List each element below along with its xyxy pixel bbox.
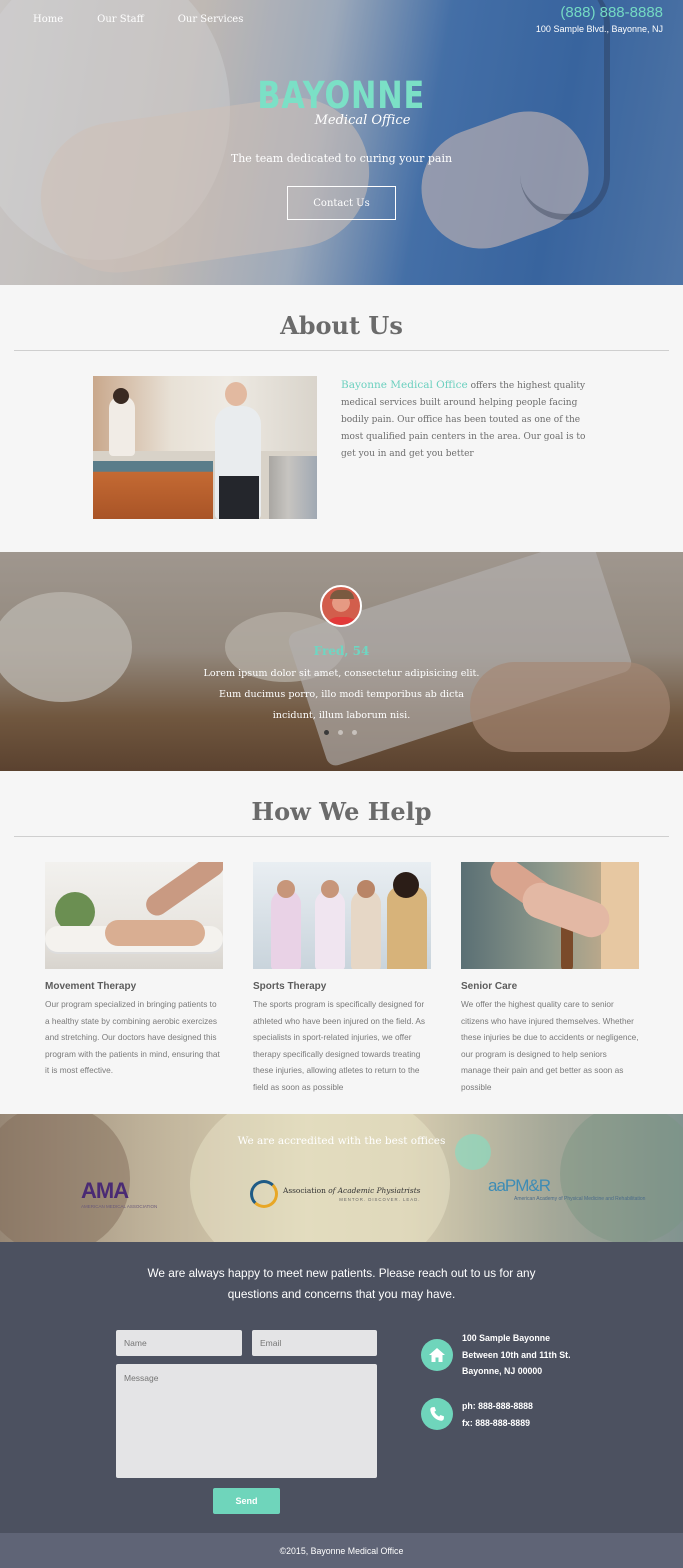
service-cards: Movement Therapy Our program specialized… — [45, 862, 639, 1095]
about-photo-counter — [93, 461, 213, 519]
ama-logo: AMA AMERICAN MEDICAL ASSOCIATION — [81, 1178, 157, 1209]
contact-section: We are always happy to meet new patients… — [0, 1242, 683, 1533]
about-photo-patient-legs — [219, 476, 259, 519]
contact-intro: We are always happy to meet new patients… — [147, 1266, 536, 1301]
divider — [14, 350, 669, 351]
brand-name: BAYONNE — [257, 74, 426, 117]
aap-logo-motto: MENTOR. DISCOVER. LEAD. — [339, 1197, 421, 1202]
hero-tagline: The team dedicated to curing your pain — [230, 152, 453, 165]
service-card-title: Senior Care — [461, 981, 518, 992]
hero-overlay — [0, 0, 683, 285]
service-card-text: Our program specialized in bringing pati… — [45, 999, 220, 1075]
testimonial-quote: Lorem ipsum dolor sit amet, consectetur … — [203, 668, 480, 721]
phone-icon — [421, 1398, 453, 1430]
about-photo-receptionist — [109, 396, 135, 456]
about-photo — [93, 376, 317, 519]
about-section: About Us Bayonne Medical Office offers t… — [0, 285, 683, 552]
carousel-dot-3[interactable] — [352, 730, 357, 735]
copyright-text: ©2015, Bayonne Medical Office — [279, 1545, 404, 1556]
hero-address: 100 Sample Blvd., Bayonne, NJ — [535, 24, 663, 34]
services-section: How We Help Movement Therapy Our program… — [0, 771, 683, 1114]
email-input[interactable] — [252, 1330, 377, 1356]
service-card-title: Movement Therapy — [45, 981, 137, 992]
photo-athlete-2-head — [321, 880, 339, 898]
service-card-movement: Movement Therapy Our program specialized… — [45, 862, 223, 1095]
phone-number[interactable]: ph: 888-888-8888 — [462, 1398, 533, 1415]
senior-care-photo — [461, 862, 639, 969]
carousel-dot-2[interactable] — [338, 730, 343, 735]
contact-us-button[interactable]: Contact Us — [287, 186, 396, 220]
accreditation-title: We are accredited with the best offices — [237, 1135, 446, 1147]
service-card-senior: Senior Care We offer the highest quality… — [461, 862, 639, 1095]
aapmr-logo: aaPM&R American Academy of Physical Medi… — [488, 1176, 645, 1202]
photo-athlete-1 — [271, 890, 301, 969]
nav-our-staff[interactable]: Our Staff — [97, 14, 144, 25]
aap-logo-name: Association of Academic Physiatrists — [283, 1186, 420, 1195]
brand-logo: BAYONNE Medical Office — [0, 74, 683, 128]
service-card-text: We offer the highest quality care to sen… — [461, 999, 639, 1092]
address-line-3: Bayonne, NJ 00000 — [462, 1366, 543, 1376]
movement-therapy-photo — [45, 862, 223, 969]
hero-contact-info: (888) 888-8888 100 Sample Blvd., Bayonne… — [536, 4, 663, 34]
ama-logo-subtext: AMERICAN MEDICAL ASSOCIATION — [81, 1204, 158, 1209]
photo-therapist-arm — [141, 862, 223, 920]
about-highlight: Bayonne Medical Office — [341, 379, 468, 391]
hero-phone[interactable]: (888) 888-8888 — [536, 4, 663, 21]
aap-logo-text: Association of Academic Physiatrists MEN… — [283, 1186, 420, 1202]
send-button[interactable]: Send — [213, 1488, 280, 1514]
aap-logo: Association of Academic Physiatrists MEN… — [250, 1180, 420, 1208]
testimonial-name: Fred, 54 — [313, 644, 370, 658]
testimonial-section: Fred, 54 Lorem ipsum dolor sit amet, con… — [0, 552, 683, 771]
about-photo-waiting-room — [269, 456, 317, 519]
avatar-hair — [330, 590, 354, 599]
aap-logo-name-2: of Academic Physiatrists — [328, 1186, 421, 1195]
service-card-title: Sports Therapy — [253, 981, 327, 992]
photo-athlete-1-head — [277, 880, 295, 898]
address-line-1: 100 Sample Bayonne — [462, 1333, 551, 1343]
contact-address: 100 Sample Bayonne Between 10th and 11th… — [462, 1330, 571, 1380]
testimonial-avatar — [320, 585, 362, 627]
photo-athlete-4 — [387, 886, 427, 969]
home-icon — [421, 1339, 453, 1371]
carousel-dot-1[interactable] — [324, 730, 329, 735]
about-photo-receptionist-head — [113, 388, 129, 404]
divider — [14, 836, 669, 837]
carousel-dots — [324, 730, 357, 735]
name-input[interactable] — [116, 1330, 242, 1356]
aap-logo-name-1: Association — [283, 1186, 329, 1195]
contact-phone: ph: 888-888-8888 fx: 888-888-8889 — [462, 1398, 533, 1431]
about-title: About Us — [280, 311, 403, 340]
photo-athlete-2 — [315, 890, 345, 969]
hero-section: Home Our Staff Our Services (888) 888-88… — [0, 0, 683, 285]
photo-athlete-3 — [351, 890, 381, 969]
address-line-2: Between 10th and 11th St. — [462, 1349, 571, 1360]
photo-patient — [105, 920, 205, 946]
photo-athlete-4-head — [393, 872, 419, 898]
nav-home[interactable]: Home — [33, 14, 63, 25]
service-card-text: The sports program is specifically desig… — [253, 999, 426, 1092]
nav-our-services[interactable]: Our Services — [178, 14, 244, 25]
services-title: How We Help — [251, 797, 432, 826]
about-body: offers the highest quality medical servi… — [341, 381, 586, 459]
fax-number: fx: 888-888-8889 — [462, 1417, 530, 1428]
message-textarea[interactable] — [116, 1364, 377, 1478]
main-nav: Home Our Staff Our Services — [33, 14, 243, 25]
aapmr-logo-subtext: American Academy of Physical Medicine an… — [514, 1196, 646, 1202]
footer: ©2015, Bayonne Medical Office — [0, 1533, 683, 1568]
accreditation-section: We are accredited with the best offices … — [0, 1114, 683, 1242]
photo-athlete-3-head — [357, 880, 375, 898]
about-description: Bayonne Medical Office offers the highes… — [341, 377, 591, 463]
sports-therapy-photo — [253, 862, 431, 969]
aapmr-logo-text: aaPM&R — [488, 1176, 551, 1195]
about-photo-patient-head — [225, 382, 247, 406]
ama-logo-text: AMA — [81, 1178, 129, 1203]
aap-ring-icon — [250, 1180, 278, 1208]
service-card-sports: Sports Therapy The sports program is spe… — [253, 862, 431, 1095]
